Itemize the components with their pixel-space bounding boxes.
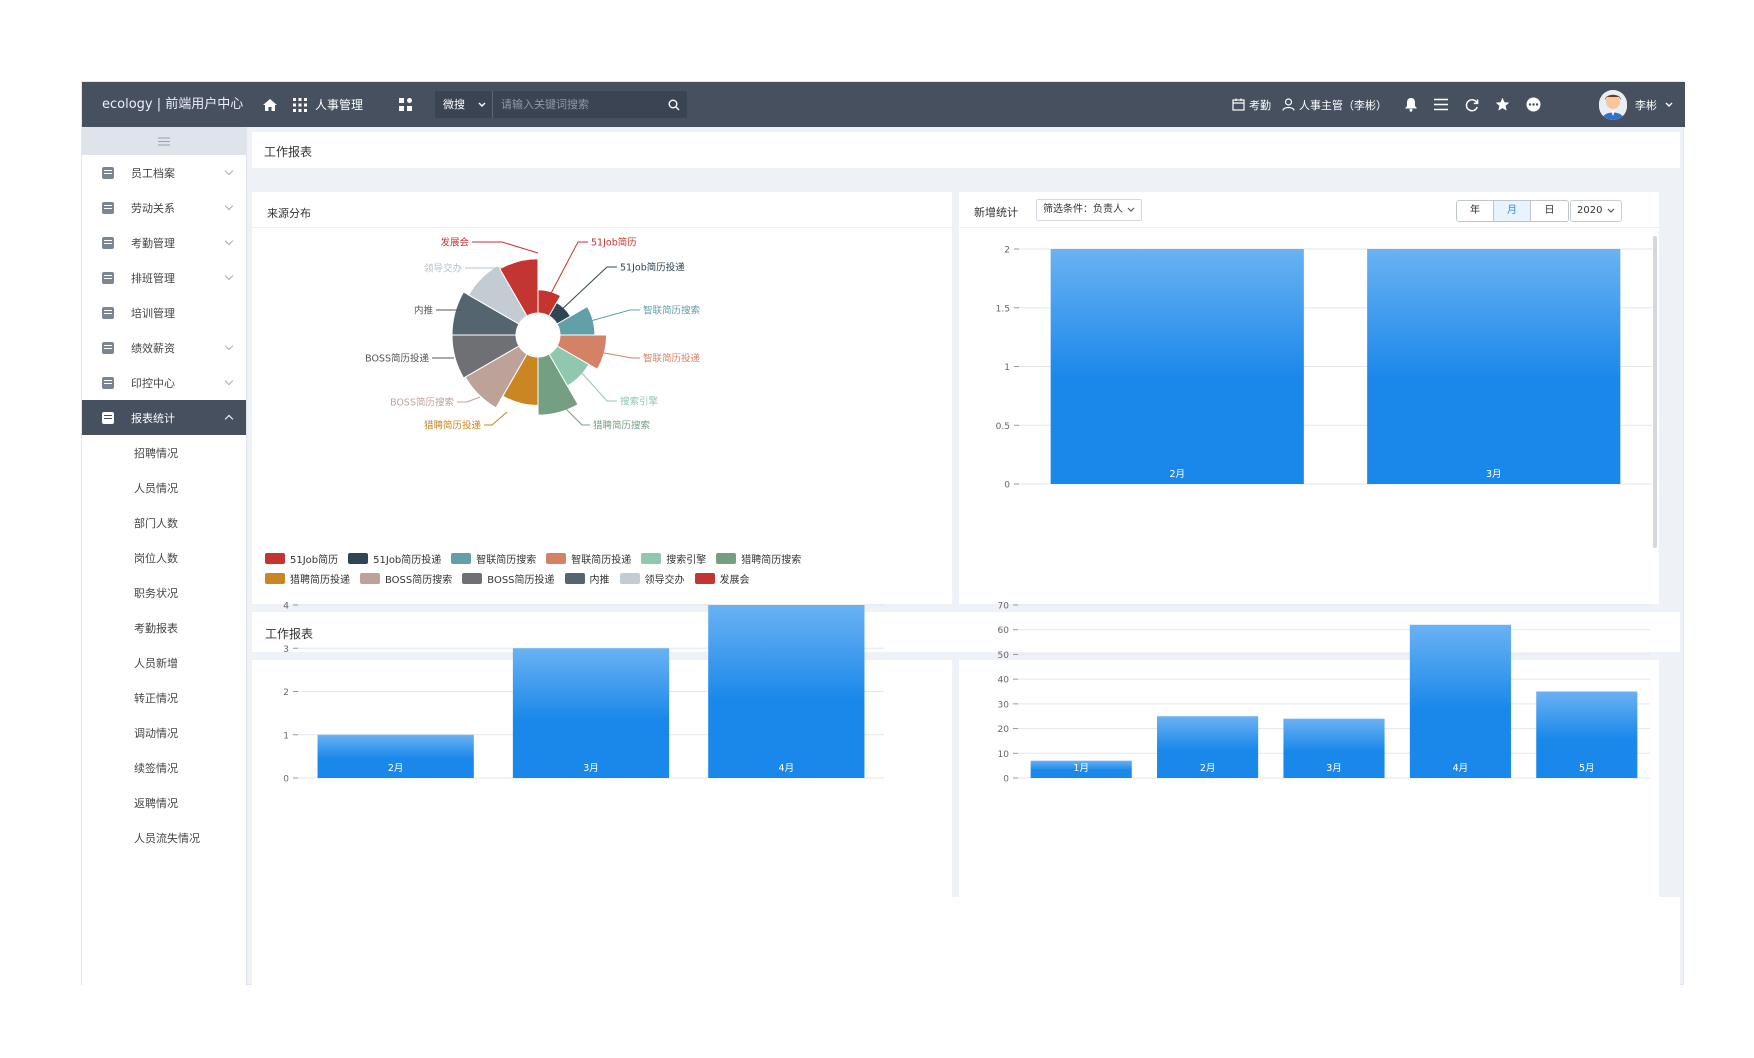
legend-item[interactable]: 内推 bbox=[564, 572, 610, 586]
legend-swatch bbox=[546, 552, 567, 564]
x-category-label: 3月 bbox=[1326, 763, 1342, 774]
legend-label: 智联简历搜索 bbox=[476, 554, 537, 566]
legend-label: 内推 bbox=[589, 574, 610, 586]
legend-item[interactable]: BOSS简历投递 bbox=[462, 572, 555, 586]
y-tick-label: 50 bbox=[998, 651, 1010, 661]
legend-label: BOSS简历搜索 bbox=[385, 574, 453, 586]
legend-item[interactable]: 智联简历搜索 bbox=[451, 552, 537, 566]
legend-label: BOSS简历投递 bbox=[487, 574, 555, 586]
rose-label-line bbox=[457, 396, 481, 403]
x-category-label: 2月 bbox=[388, 763, 404, 774]
legend-swatch bbox=[265, 552, 285, 564]
rose-label-line bbox=[484, 411, 508, 426]
legend-label: 搜索引擎 bbox=[666, 554, 707, 566]
legend-swatch bbox=[564, 572, 585, 584]
rose-label-line bbox=[598, 351, 640, 359]
legend-swatch bbox=[360, 572, 380, 584]
y-tick-label: 0 bbox=[1003, 775, 1009, 785]
rose-chart-legend: 51Job简历 51Job简历投递 智联简历搜索 智联简历投递 搜索引擎 猎聘简历搜索猎聘… bbox=[265, 552, 865, 586]
rose-label-line bbox=[558, 266, 617, 313]
legend-label: 智联简历投递 bbox=[571, 554, 632, 566]
legend-item[interactable]: 领导交办 bbox=[619, 572, 685, 586]
legend-item[interactable]: 智联简历投递 bbox=[546, 552, 632, 566]
legend-label: 猎聘简历搜索 bbox=[741, 554, 802, 566]
x-category-label: 5月 bbox=[1579, 763, 1595, 774]
work-report-bar-chart-right: 0 10 20 30 40 50 60 70 1月 2月 3月 4月 5月 bbox=[998, 602, 1650, 785]
x-category-label: 2月 bbox=[1169, 469, 1185, 480]
rose-label: 智联简历搜索 bbox=[643, 305, 700, 317]
rose-label: 猎聘简历投递 bbox=[424, 420, 482, 432]
legend-item[interactable]: 猎聘简历搜索 bbox=[716, 552, 802, 566]
y-tick-label: 2 bbox=[1004, 246, 1010, 256]
rose-label: BOSS简历投递 bbox=[365, 353, 429, 365]
new-stats-bar-chart: 0 0.5 1 1.5 2 2月 3月 bbox=[996, 246, 1652, 491]
rose-label: 搜索引擎 bbox=[620, 396, 659, 408]
x-category-label: 3月 bbox=[583, 763, 599, 774]
bar[interactable] bbox=[512, 648, 670, 778]
bar[interactable] bbox=[1050, 249, 1304, 484]
y-tick-label: 0 bbox=[283, 775, 289, 785]
y-tick-label: 20 bbox=[998, 725, 1010, 735]
y-tick-label: 60 bbox=[998, 626, 1010, 636]
rose-label: BOSS简历搜索 bbox=[390, 397, 454, 409]
y-tick-label: 0 bbox=[1004, 481, 1010, 491]
y-tick-label: 40 bbox=[998, 676, 1010, 686]
bar[interactable] bbox=[1409, 624, 1511, 778]
bar[interactable] bbox=[708, 605, 865, 778]
legend-swatch bbox=[716, 552, 737, 564]
y-tick-label: 3 bbox=[283, 645, 289, 655]
rose-label-line bbox=[580, 371, 617, 402]
rose-label: 发展会 bbox=[440, 237, 469, 249]
rose-label: 猎聘简历搜索 bbox=[593, 420, 650, 432]
legend-item[interactable]: 搜索引擎 bbox=[641, 552, 707, 566]
legend-swatch bbox=[462, 572, 483, 584]
rose-label: 智联简历投递 bbox=[643, 353, 701, 365]
y-tick-label: 2 bbox=[283, 688, 289, 698]
legend-item[interactable]: 51Job简历 bbox=[265, 552, 339, 566]
legend-swatch bbox=[451, 552, 472, 564]
legend-label: 猎聘简历投递 bbox=[290, 574, 350, 586]
legend-label: 发展会 bbox=[719, 574, 750, 586]
y-tick-label: 10 bbox=[998, 750, 1010, 760]
legend-item[interactable]: BOSS简历搜索 bbox=[360, 572, 453, 586]
legend-swatch bbox=[265, 572, 285, 584]
y-tick-label: 70 bbox=[998, 602, 1010, 612]
legend-swatch bbox=[619, 572, 640, 584]
legend-label: 51Job简历 bbox=[290, 554, 339, 566]
x-category-label: 2月 bbox=[1200, 763, 1216, 774]
legend-item[interactable]: 51Job简历投递 bbox=[348, 552, 442, 566]
legend-swatch bbox=[694, 572, 715, 584]
legend-swatch bbox=[348, 552, 369, 564]
rose-chart: 发展会领导交办内推 BOSS简历投递 BOSS简历搜索猎聘简历投递 51Job简历 51… bbox=[365, 237, 700, 432]
rose-label-line bbox=[586, 309, 640, 323]
rose-label: 51Job简历投递 bbox=[620, 262, 685, 274]
y-tick-label: 1 bbox=[1004, 363, 1010, 373]
legend-item[interactable]: 猎聘简历投递 bbox=[265, 572, 350, 586]
x-category-label: 1月 bbox=[1073, 763, 1089, 774]
x-category-label: 4月 bbox=[779, 763, 795, 774]
legend-swatch bbox=[641, 552, 662, 564]
rose-label-line bbox=[472, 241, 539, 254]
legend-label: 领导交办 bbox=[644, 574, 685, 586]
rose-label: 51Job简历 bbox=[591, 237, 637, 249]
y-tick-label: 4 bbox=[283, 602, 289, 612]
y-tick-label: 1 bbox=[283, 731, 289, 741]
y-tick-label: 30 bbox=[998, 700, 1010, 710]
rose-label: 内推 bbox=[414, 305, 434, 317]
x-category-label: 3月 bbox=[1486, 469, 1502, 480]
rose-label: 领导交办 bbox=[424, 263, 463, 275]
app-window: ecology | 前端用户中心 人事管理 微搜 考勤 bbox=[81, 81, 1685, 986]
legend-item[interactable]: 发展会 bbox=[694, 572, 750, 586]
charts-layer: 发展会领导交办内推BOSS简历投递BOSS简历搜索猎聘简历投递51Job简历51… bbox=[283, 237, 1652, 785]
work-report-bar-chart-left: 0 1 2 3 4 2月 3月 4月 bbox=[283, 602, 884, 785]
y-tick-label: 0.5 bbox=[996, 422, 1010, 432]
x-category-label: 4月 bbox=[1453, 763, 1469, 774]
bar[interactable] bbox=[1367, 249, 1621, 484]
y-tick-label: 1.5 bbox=[996, 304, 1010, 314]
legend-label: 51Job简历投递 bbox=[373, 554, 442, 566]
